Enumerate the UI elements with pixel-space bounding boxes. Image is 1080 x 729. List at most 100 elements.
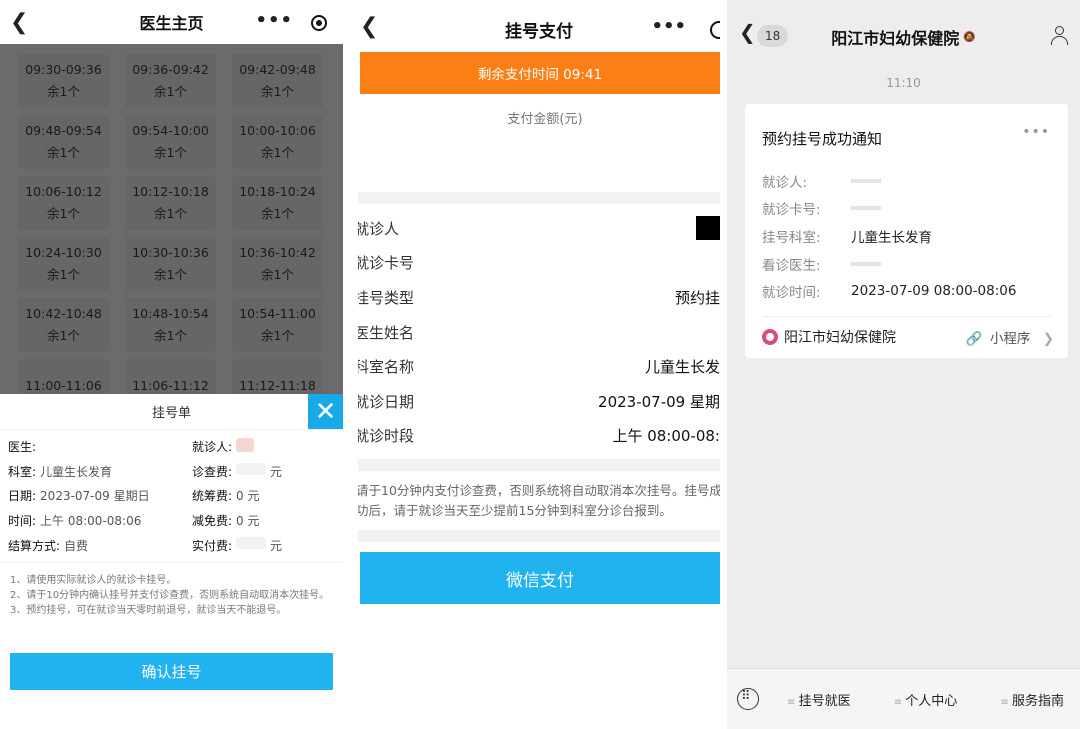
time-slot[interactable]: 10:30-10:36 余1个 <box>125 237 216 291</box>
note-item: 1、请使用实际就诊人的就诊卡挂号。 <box>10 574 177 586</box>
card-fields: 就诊人: 就诊卡号: 挂号科室: 儿童生长发育 看诊医生: 就诊时间: 2023-07-09… <box>762 167 1016 305</box>
doctor-label: 医生: <box>8 439 37 454</box>
time-slot[interactable]: 10:54-11:00 余1个 <box>232 298 323 352</box>
time-slot[interactable]: 09:42-09:48 余1个 <box>232 54 323 108</box>
date-label: 日期: <box>8 489 37 504</box>
slot-time: 09:48-09:54 <box>25 123 102 138</box>
slot-time: 11:06-11:12 <box>132 378 209 393</box>
time-slot[interactable]: 10:18-10:24 余1个 <box>232 176 323 230</box>
time-slot[interactable]: 10:06-10:12 余1个 <box>18 176 109 230</box>
discount-value: 0 元 <box>236 514 260 529</box>
time-slot[interactable]: 10:36-10:42 余1个 <box>232 237 323 291</box>
detail-row: 就诊卡号 <box>358 246 720 281</box>
time-slot[interactable]: 11:00-11:06 <box>18 359 109 394</box>
menu-item-personal-center[interactable]: 个人中心 <box>894 690 957 709</box>
time-slot[interactable]: 11:12-11:18 <box>232 359 323 394</box>
wechat-pay-button[interactable]: 微信支付 <box>360 552 720 604</box>
settle-label: 结算方式: <box>8 539 61 554</box>
slot-remaining: 余1个 <box>47 206 80 221</box>
dept-value: 儿童生长发育 <box>40 464 113 479</box>
notification-card[interactable]: 预约挂号成功通知 ••• 就诊人: 就诊卡号: 挂号科室: 儿童生长发育 看诊医生: 就诊… <box>745 104 1068 358</box>
time-slot[interactable]: 11:06-11:12 <box>125 359 216 394</box>
fee-label: 诊查费: <box>192 464 233 479</box>
time-slot[interactable]: 10:12-10:18 余1个 <box>125 176 216 230</box>
back-icon[interactable]: ❮ <box>10 10 28 35</box>
field-value: 儿童生长发育 <box>851 229 932 246</box>
time-slot[interactable]: 09:48-09:54 余1个 <box>18 115 109 169</box>
unread-badge[interactable]: 18 <box>757 25 789 47</box>
dept-label: 科室: <box>8 464 37 479</box>
close-icon[interactable]: ✕ <box>308 394 343 429</box>
time-label: 时间: <box>8 514 37 529</box>
close-miniapp-icon[interactable] <box>311 15 327 31</box>
detail-value: 预约挂 <box>674 288 720 307</box>
sheet-header: 挂号单 ✕ <box>0 394 343 430</box>
close-miniapp-icon[interactable] <box>710 21 720 39</box>
chat-title: 阳江市妇幼保健院 <box>831 29 960 48</box>
navbar: ❮ 医生主页 ••• <box>0 0 343 44</box>
slot-remaining: 余1个 <box>47 267 80 282</box>
field-label: 就诊卡号: <box>762 202 821 219</box>
slot-remaining: 余1个 <box>47 145 80 160</box>
slot-remaining: 余1个 <box>154 84 187 99</box>
section-gap <box>358 459 720 471</box>
time-slot[interactable]: 10:42-10:48 余1个 <box>18 298 109 352</box>
detail-label: 医生姓名 <box>358 323 415 342</box>
slot-time: 10:12-10:18 <box>132 184 209 199</box>
registration-info: 医生: 就诊人: 科室: 儿童生长发育 诊查费: 元 日期: 2023-07-09 星… <box>0 430 343 558</box>
detail-label: 科室名称 <box>358 358 415 377</box>
detail-label: 就诊日期 <box>358 392 415 411</box>
time-slot[interactable]: 09:36-09:42 余1个 <box>125 54 216 108</box>
time-slot[interactable]: 09:30-09:36 余1个 <box>18 54 109 108</box>
link-icon: 🔗 <box>965 331 983 347</box>
time-slot-overlay: 09:30-09:36 余1个 09:36-09:42 余1个 09:42-09:48 余… <box>0 44 343 394</box>
card-field: 就诊时间: 2023-07-09 08:00-08:06 <box>762 277 1016 305</box>
time-slot[interactable]: 10:00-10:06 余1个 <box>232 115 323 169</box>
mute-icon: 🔕 <box>963 31 976 43</box>
card-footer[interactable]: 阳江市妇幼保健院 🔗 小程序 ❯ <box>762 326 1054 348</box>
time-slot[interactable]: 10:24-10:30 余1个 <box>18 237 109 291</box>
more-icon[interactable]: ••• <box>255 10 293 31</box>
detail-value: 上午 08:00-08: <box>612 427 720 446</box>
redacted-patient <box>236 437 255 452</box>
back-icon[interactable]: ❮ <box>739 20 756 44</box>
more-icon[interactable]: ••• <box>651 16 686 37</box>
detail-label: 就诊时段 <box>358 427 415 446</box>
menu-item-service-guide[interactable]: 服务指南 <box>1000 690 1064 709</box>
source-name: 阳江市妇幼保健院 <box>784 330 896 346</box>
slot-remaining: 余1个 <box>154 328 187 343</box>
back-icon[interactable]: ❮ <box>360 14 378 39</box>
slot-remaining: 余1个 <box>261 267 294 282</box>
page-title: 医生主页 <box>139 14 204 33</box>
time-slot[interactable]: 09:54-10:00 余1个 <box>125 115 216 169</box>
detail-label: 就诊人 <box>358 219 400 238</box>
slot-time: 10:00-10:06 <box>239 123 316 138</box>
field-label: 看诊医生: <box>762 257 821 274</box>
keyboard-icon[interactable] <box>737 688 759 710</box>
section-gap <box>358 192 720 204</box>
bottom-menu-bar: 挂号就医 个人中心 服务指南 <box>727 668 1080 729</box>
miniapp-label: 小程序 <box>989 331 1031 347</box>
slot-remaining: 余1个 <box>154 145 187 160</box>
menu-item-registration[interactable]: 挂号就医 <box>787 690 851 709</box>
payment-timer-banner: 剩余支付时间 09:41 <box>360 52 720 94</box>
slot-remaining: 余1个 <box>154 267 187 282</box>
navbar: ❮ 挂号支付 ••• <box>358 0 720 48</box>
fee-unit: 元 <box>270 464 283 479</box>
discount-label: 减免费: <box>192 514 233 529</box>
redacted-fee <box>236 462 267 475</box>
confirm-registration-button[interactable]: 确认挂号 <box>10 653 333 690</box>
slot-remaining: 余1个 <box>47 328 80 343</box>
field-label: 挂号科室: <box>762 229 821 246</box>
time-slot[interactable]: 10:48-10:54 余1个 <box>125 298 216 352</box>
slot-time: 11:12-11:18 <box>239 378 316 393</box>
detail-value: 2023-07-09 星期 <box>598 392 720 411</box>
navbar: ❮ 18 阳江市妇幼保健院 🔕 <box>727 0 1080 60</box>
slot-time: 10:30-10:36 <box>132 245 209 260</box>
more-icon[interactable]: ••• <box>1022 124 1050 140</box>
time-slot-grid: 09:30-09:36 余1个 09:36-09:42 余1个 09:42-09:48 余… <box>0 44 343 394</box>
profile-icon[interactable] <box>1050 26 1068 45</box>
patient-label: 就诊人: <box>192 439 233 454</box>
message-timestamp: 11:10 <box>886 76 921 90</box>
chevron-right-icon: ❯ <box>1042 331 1054 347</box>
